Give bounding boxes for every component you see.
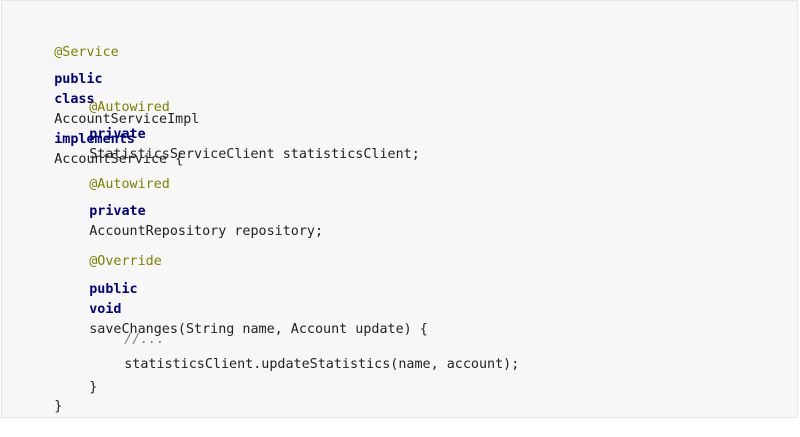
method-call: statisticsClient.updateStatistics(name, … (124, 357, 520, 372)
code-line-11: } (57, 358, 97, 395)
code-block: @Service public class AccountServiceImpl… (1, 0, 798, 418)
closing-brace: } (54, 399, 63, 414)
code-line-1: @Service (22, 23, 119, 60)
code-line-2: public class AccountServiceImpl implemen… (22, 50, 199, 167)
keyword-private: private (89, 204, 146, 219)
keyword-private: private (89, 127, 146, 142)
code-line-8: public void saveChanges(String name, Acc… (57, 260, 428, 337)
code-line-9: //... (92, 310, 164, 347)
code-line-6: private AccountRepository repository; (57, 182, 323, 239)
closing-brace: } (89, 380, 98, 395)
code-line-5: @Autowired (57, 155, 170, 192)
code-line-3: @Autowired (57, 78, 170, 115)
code-line-12: } (22, 377, 62, 414)
code-line-4: private StatisticsServiceClient statisti… (57, 105, 420, 162)
keyword-public: public (89, 282, 138, 297)
code-line-7: @Override (57, 232, 162, 269)
code-line-10: statisticsClient.updateStatistics(name, … (92, 335, 519, 372)
